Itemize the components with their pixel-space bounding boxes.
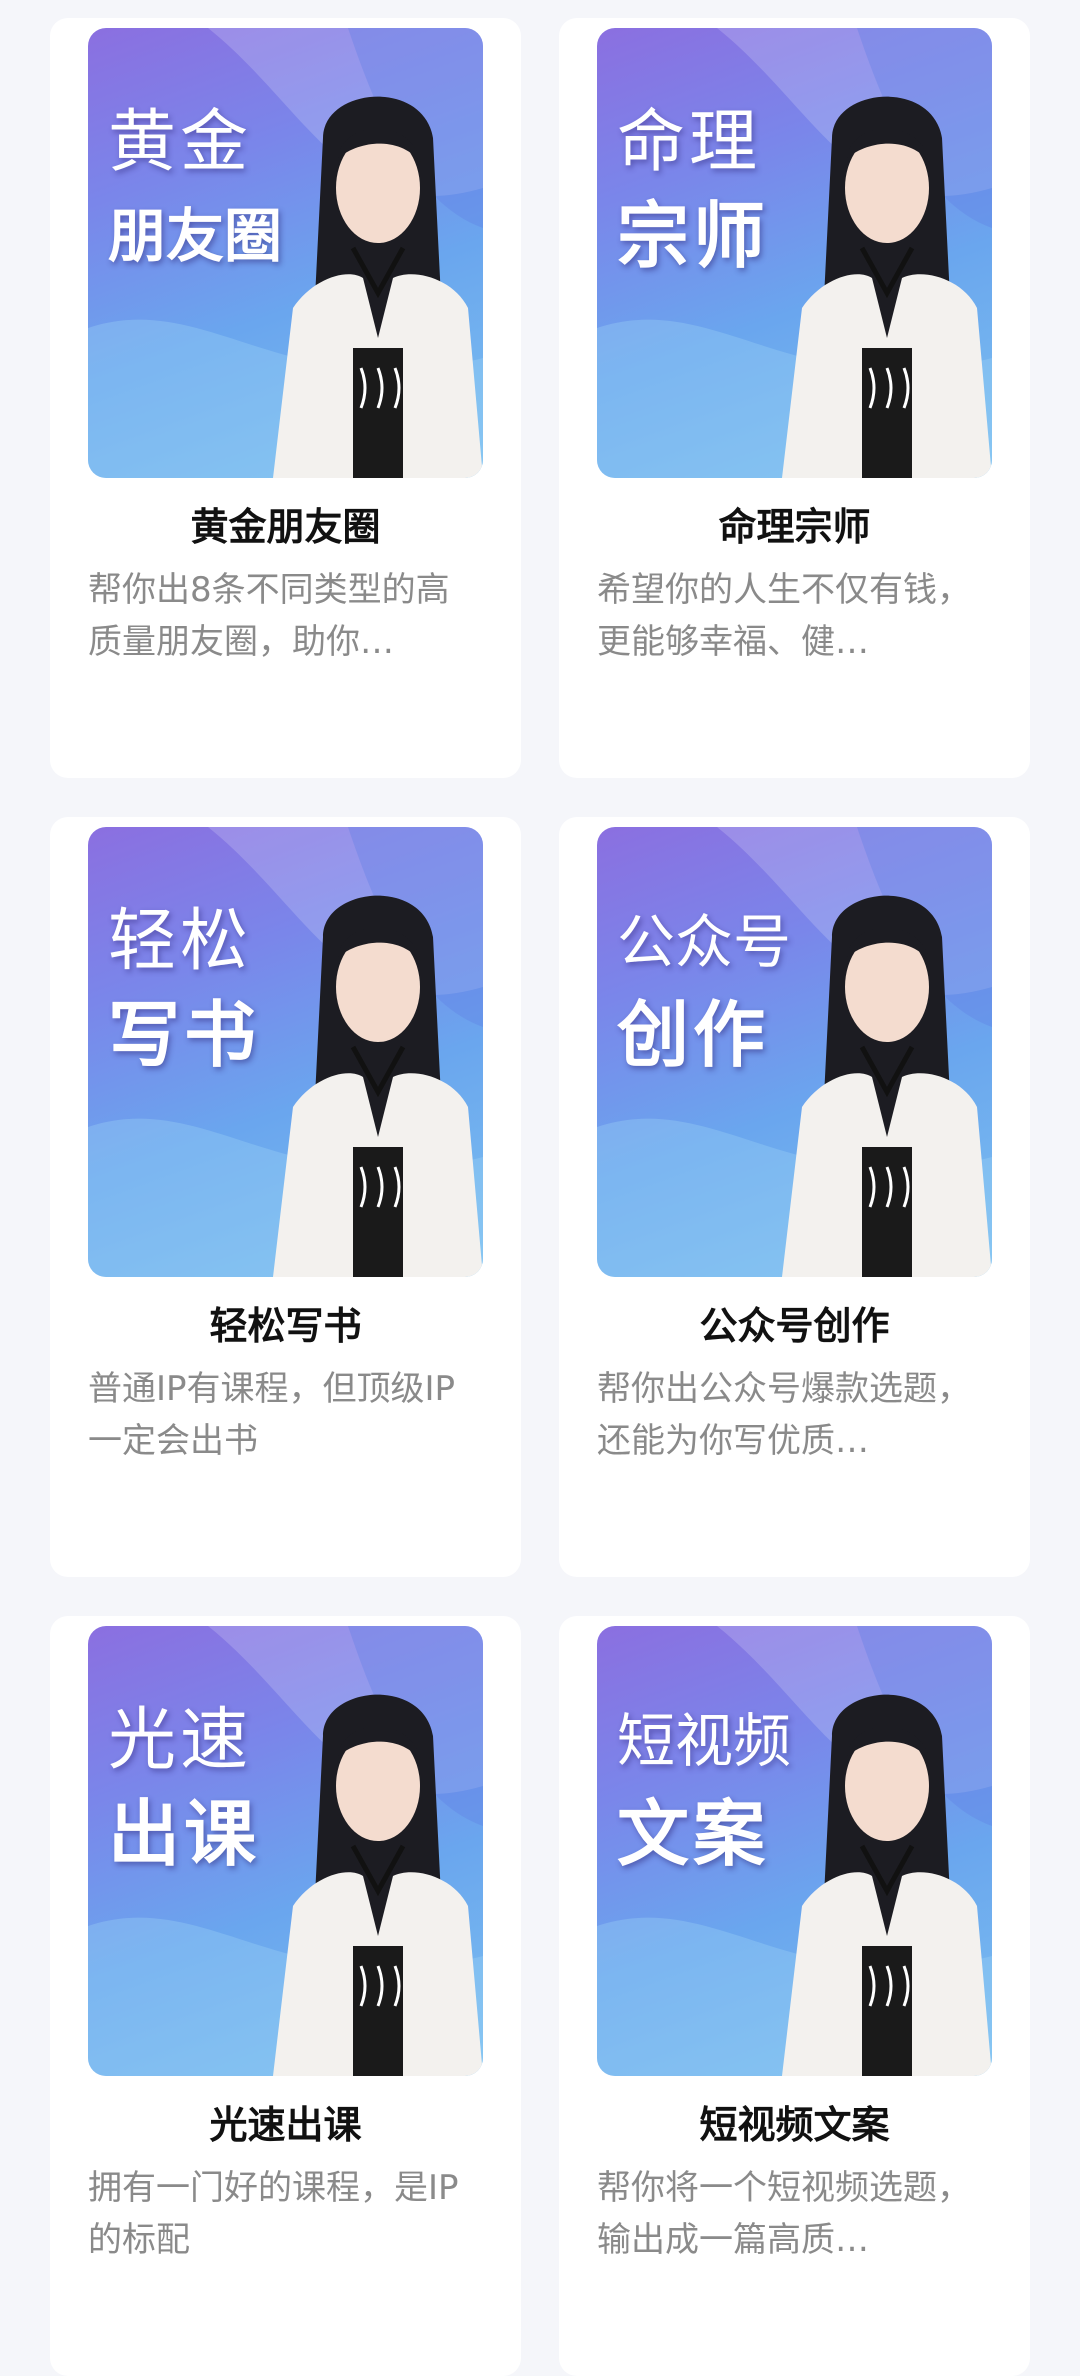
- presenter-portrait: [273, 96, 483, 478]
- card-title: 光速出课: [209, 2103, 362, 2147]
- card-description: 希望你的人生不仅有钱，更能够幸福、健…: [597, 570, 971, 662]
- card-description: 帮你将一个短视频选题，输出成一篇高质…: [597, 2168, 971, 2260]
- card-cover-image: 命理 宗师: [597, 28, 992, 478]
- app-card-official-account-writing[interactable]: 公众号 创作 公众号创作 帮你出公众号爆款选题，还能为你写优质…: [559, 817, 1030, 1577]
- app-card-grid: 黄金 朋友圈 黄金朋友圈 帮你出8条不同类型的高质量朋友圈，助你… 命理 宗师 …: [0, 0, 1080, 2376]
- presenter-portrait: [273, 895, 483, 1277]
- presenter-portrait: [782, 96, 992, 478]
- card-cover-image: 黄金 朋友圈: [88, 28, 483, 478]
- app-card-fortune-master[interactable]: 命理 宗师 命理宗师 希望你的人生不仅有钱，更能够幸福、健…: [559, 18, 1030, 778]
- card-description: 普通IP有课程，但顶级IP一定会出书: [88, 1369, 456, 1461]
- app-card-easy-book-writing[interactable]: 轻松 写书 轻松写书 普通IP有课程，但顶级IP一定会出书: [50, 817, 521, 1577]
- presenter-portrait: [273, 1694, 483, 2076]
- card-cover-image: 轻松 写书: [88, 827, 483, 1277]
- presenter-portrait: [782, 1694, 992, 2076]
- app-card-fast-course[interactable]: 光速 出课 光速出课 拥有一门好的课程，是IP的标配: [50, 1616, 521, 2376]
- card-description: 拥有一门好的课程，是IP的标配: [88, 2168, 459, 2260]
- card-description: 帮你出8条不同类型的高质量朋友圈，助你…: [88, 570, 450, 662]
- card-title: 短视频文案: [699, 2103, 890, 2147]
- app-card-golden-moments[interactable]: 黄金 朋友圈 黄金朋友圈 帮你出8条不同类型的高质量朋友圈，助你…: [50, 18, 521, 778]
- presenter-portrait: [782, 895, 992, 1277]
- card-description: 帮你出公众号爆款选题，还能为你写优质…: [597, 1369, 971, 1461]
- card-title: 公众号创作: [699, 1304, 890, 1348]
- card-cover-image: 光速 出课: [88, 1626, 483, 2076]
- card-title: 命理宗师: [718, 505, 871, 549]
- app-card-short-video-script[interactable]: 短视频 文案 短视频文案 帮你将一个短视频选题，输出成一篇高质…: [559, 1616, 1030, 2376]
- card-cover-image: 公众号 创作: [597, 827, 992, 1277]
- card-title: 黄金朋友圈: [190, 505, 381, 549]
- card-title: 轻松写书: [209, 1304, 362, 1348]
- card-cover-image: 短视频 文案: [597, 1626, 992, 2076]
